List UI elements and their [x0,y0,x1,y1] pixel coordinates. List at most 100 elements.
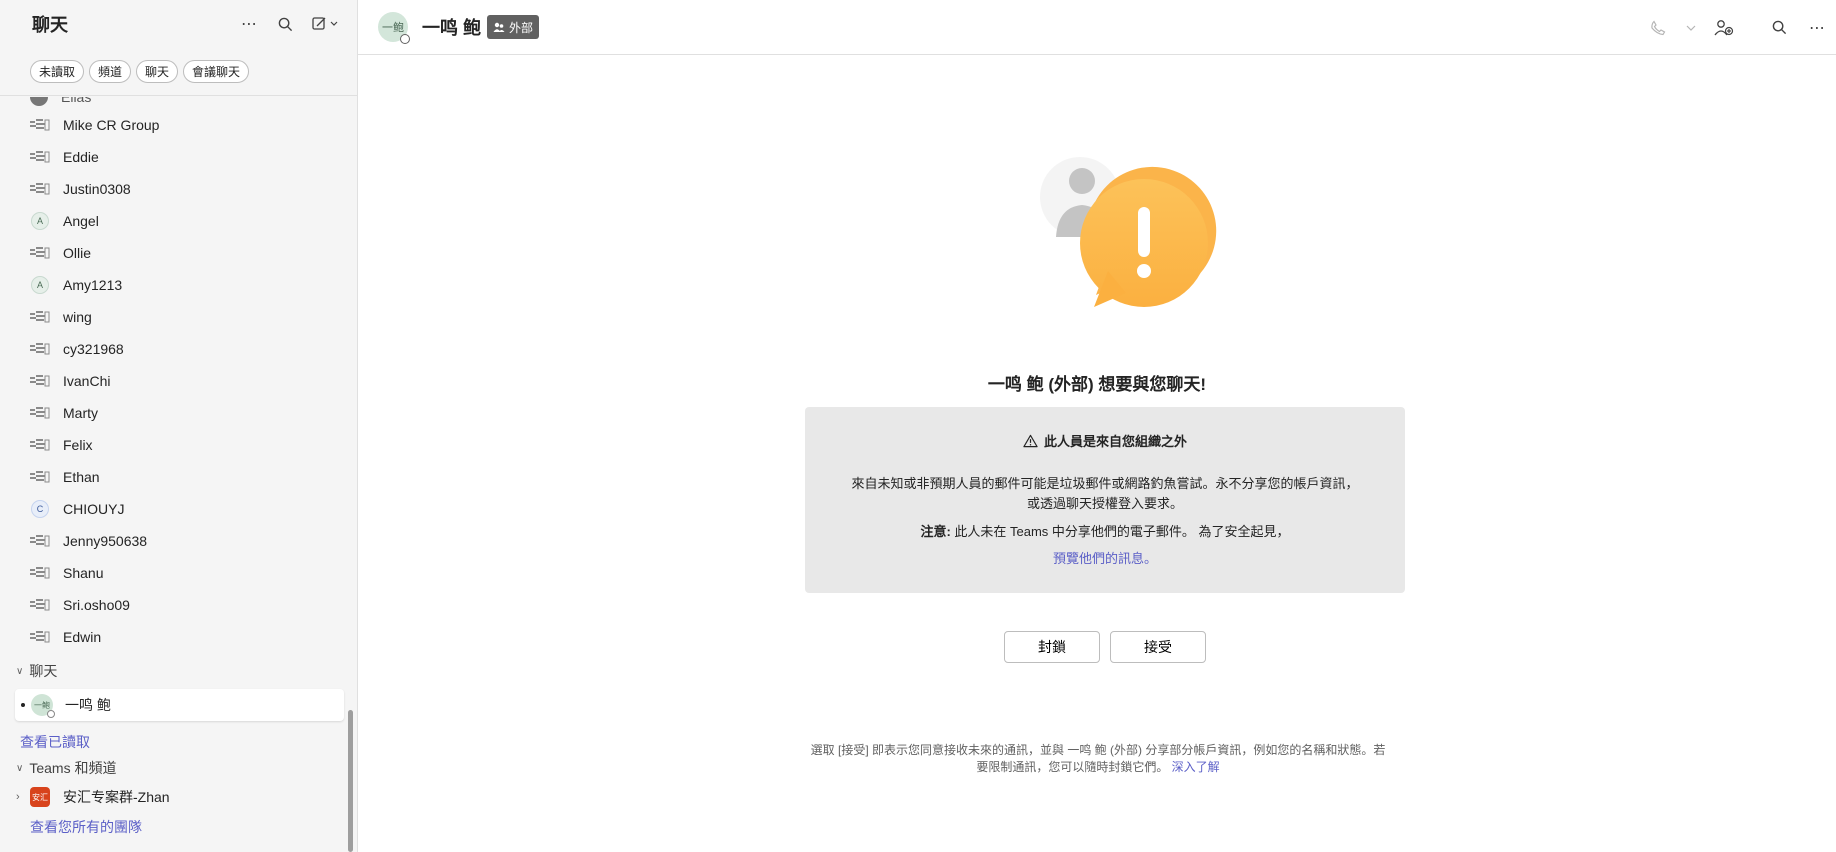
chat-list-item[interactable]: Edwin [0,621,357,653]
avatar[interactable]: 一鲍 [378,12,410,44]
filter-unread[interactable]: 未讀取 [30,60,85,83]
group-chat-icon [30,179,50,199]
avatar: C [30,499,50,519]
external-request-illustration [1040,157,1217,307]
group-chat-icon [30,531,50,551]
team-avatar: 安汇 [30,787,50,807]
warning-note: 注意: 此人未在 Teams 中分享他們的電子郵件。 為了安全起見， [920,524,1290,539]
chat-header: 一鲍 一鸣 鲍 外部 ⋯ [358,0,1836,55]
learn-more-link[interactable]: 深入了解 [1172,760,1220,774]
chat-list-item-label: 一鸣 鲍 [65,697,111,713]
warning-body: 來自未知或非預期人員的郵件可能是垃圾郵件或網路釣魚嘗試。永不分享您的帳戶資訊， … [851,476,1359,511]
view-all-teams-link[interactable]: 查看您所有的團隊 [30,817,142,837]
chat-list-item-label: Shanu [63,565,104,581]
external-people-icon [493,22,505,32]
chat-list-item-label: Marty [63,405,98,421]
chat-list-item-label: Ethan [63,469,100,485]
group-chat-icon [30,403,50,423]
teams-section-header[interactable]: ∨ Teams 和頻道 [0,756,357,780]
chat-main: 一鲍 一鸣 鲍 外部 ⋯ 一鸣 鲍 (外部) 想要與您聊天! 此人員是來自您組織… [358,0,1836,852]
partial-list-item[interactable]: Elias [30,97,91,107]
chat-list-item[interactable]: Felix [0,429,357,461]
chat-list-item-label: Edwin [63,629,102,645]
chat-list-item[interactable]: Jenny950638 [0,525,357,557]
new-chat-icon[interactable] [310,13,342,35]
block-button[interactable]: 封鎖 [1004,631,1100,663]
chevron-down-icon[interactable] [1685,17,1697,39]
filter-channels[interactable]: 頻道 [89,60,132,83]
more-options-icon[interactable]: ⋯ [238,13,260,35]
chat-list-item[interactable]: A Amy1213 [0,269,357,301]
chevron-down-icon: ∨ [16,762,24,774]
selected-chat-item[interactable]: 一鲍 一鸣 鲍 [15,689,344,721]
chat-list-item-label: Felix [63,437,93,453]
status-icon [47,710,55,718]
contact-name[interactable]: 一鸣 鲍 [422,14,481,40]
group-chat-icon [30,563,50,583]
chat-list-item-label: Justin0308 [63,181,131,197]
group-chat-icon [30,115,50,135]
add-people-icon[interactable] [1713,17,1735,39]
chat-list-item[interactable]: Ethan [0,461,357,493]
chat-list-item[interactable]: A Angel [0,205,357,237]
chat-list-item[interactable]: wing [0,301,357,333]
chat-list-item-label: wing [63,309,92,325]
consent-footer: 選取 [接受] 即表示您同意接收未來的通訊，並與 一鸣 鲍 (外部) 分享部分帳… [810,743,1386,774]
chat-list-item-label: CHIOUYJ [63,501,125,517]
chat-list-item[interactable]: Eddie [0,141,357,173]
warning-icon [1023,434,1038,447]
chat-list-item-label: Ollie [63,245,92,261]
chats-section-header[interactable]: ∨ 聊天 [0,659,357,683]
avatar: 一鲍 [31,694,55,718]
group-chat-icon [30,371,50,391]
chat-list-item-label: Amy1213 [63,277,123,293]
sidebar-scrollbar[interactable] [348,710,353,852]
chat-list-item-label: Sri.osho09 [63,597,130,613]
chevron-right-icon: › [16,791,20,803]
chat-list-item[interactable]: cy321968 [0,333,357,365]
filter-chats[interactable]: 聊天 [136,60,179,83]
external-warning-box: 此人員是來自您組織之外 來自未知或非預期人員的郵件可能是垃圾郵件或網路釣魚嘗試。… [805,407,1405,593]
chat-list-item-label: Angel [63,213,99,229]
search-icon[interactable] [1768,17,1790,39]
chat-list-item[interactable]: Ollie [0,237,357,269]
team-item[interactable]: › 安汇 安汇专案群-Zhan [16,781,346,813]
sidebar-header: 聊天 ⋯ [0,0,357,48]
group-chat-icon [30,435,50,455]
chat-list: Elias Mike CR Group Eddie Justin0308 A Angel… [0,97,357,852]
filter-meeting-chats[interactable]: 會議聊天 [183,60,250,83]
chat-list-item[interactable]: Marty [0,397,357,429]
search-icon[interactable] [274,13,296,35]
chat-list-item-label: cy321968 [63,341,124,357]
group-chat-icon [30,243,50,263]
group-chat-icon [30,467,50,487]
view-read-link[interactable]: 查看已讀取 [20,732,90,752]
chat-list-item-label: IvanChi [63,373,111,389]
group-chat-icon [30,307,50,327]
avatar: A [30,275,50,295]
chat-sidebar: 聊天 ⋯ 未讀取 頻道 聊天 會議聊天 Elias Mike CR Group E… [0,0,358,852]
accept-button[interactable]: 接受 [1110,631,1206,663]
team-label: 安汇专案群-Zhan [63,789,170,805]
avatar [30,97,48,106]
filter-chips: 未讀取 頻道 聊天 會議聊天 [0,48,357,96]
external-badge: 外部 [487,15,540,39]
more-options-icon[interactable]: ⋯ [1806,17,1828,39]
call-icon[interactable] [1647,17,1669,39]
sidebar-title: 聊天 [32,15,68,35]
avatar: A [30,211,50,231]
preview-messages-link[interactable]: 預覽他們的訊息。 [1053,548,1157,567]
chat-list-item-label: Jenny950638 [63,533,148,549]
chat-list-item[interactable]: C CHIOUYJ [0,493,357,525]
chat-list-item[interactable]: IvanChi [0,365,357,397]
chat-list-item[interactable]: Mike CR Group [0,109,357,141]
group-chat-icon [30,595,50,615]
chat-list-item[interactable]: Sri.osho09 [0,589,357,621]
chat-request-heading: 一鸣 鲍 (外部) 想要與您聊天! [987,375,1207,394]
chat-list-item[interactable]: Shanu [0,557,357,589]
group-chat-icon [30,339,50,359]
unread-dot [21,703,25,707]
chat-list-item[interactable]: Justin0308 [0,173,357,205]
chat-list-item-label: Eddie [63,149,99,165]
chat-list-item-label: Mike CR Group [63,117,160,133]
